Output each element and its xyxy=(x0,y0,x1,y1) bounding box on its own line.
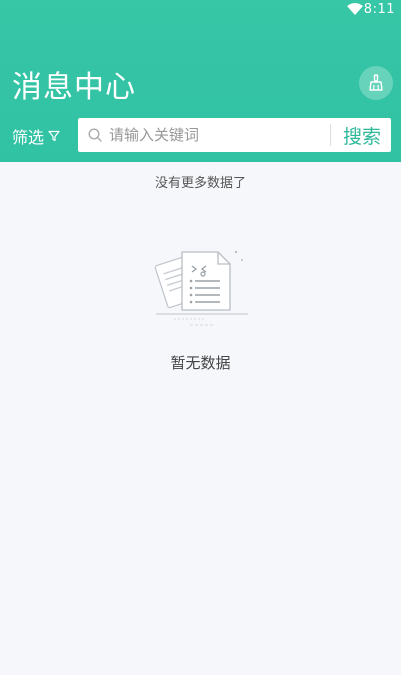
search-bar: 搜索 xyxy=(78,118,391,152)
search-button[interactable]: 搜索 xyxy=(331,122,391,149)
page-title: 消息中心 xyxy=(12,70,136,105)
funnel-icon xyxy=(48,130,60,142)
search-input[interactable] xyxy=(109,126,330,144)
status-bar: 8:11 xyxy=(0,0,401,20)
empty-documents-icon xyxy=(154,250,248,326)
end-of-list-message: 没有更多数据了 xyxy=(154,176,246,191)
filter-label: 筛选 xyxy=(12,128,45,147)
wifi-icon xyxy=(347,3,363,15)
filter-button[interactable]: 筛选 xyxy=(12,124,60,148)
status-time: 8:11 xyxy=(363,2,395,17)
broom-icon xyxy=(369,74,383,91)
header: 8:11 消息中心 筛选 搜索 xyxy=(0,0,401,162)
empty-state-message: 暂无数据 xyxy=(170,354,231,372)
search-icon xyxy=(88,128,102,142)
clear-messages-button[interactable] xyxy=(359,66,393,100)
